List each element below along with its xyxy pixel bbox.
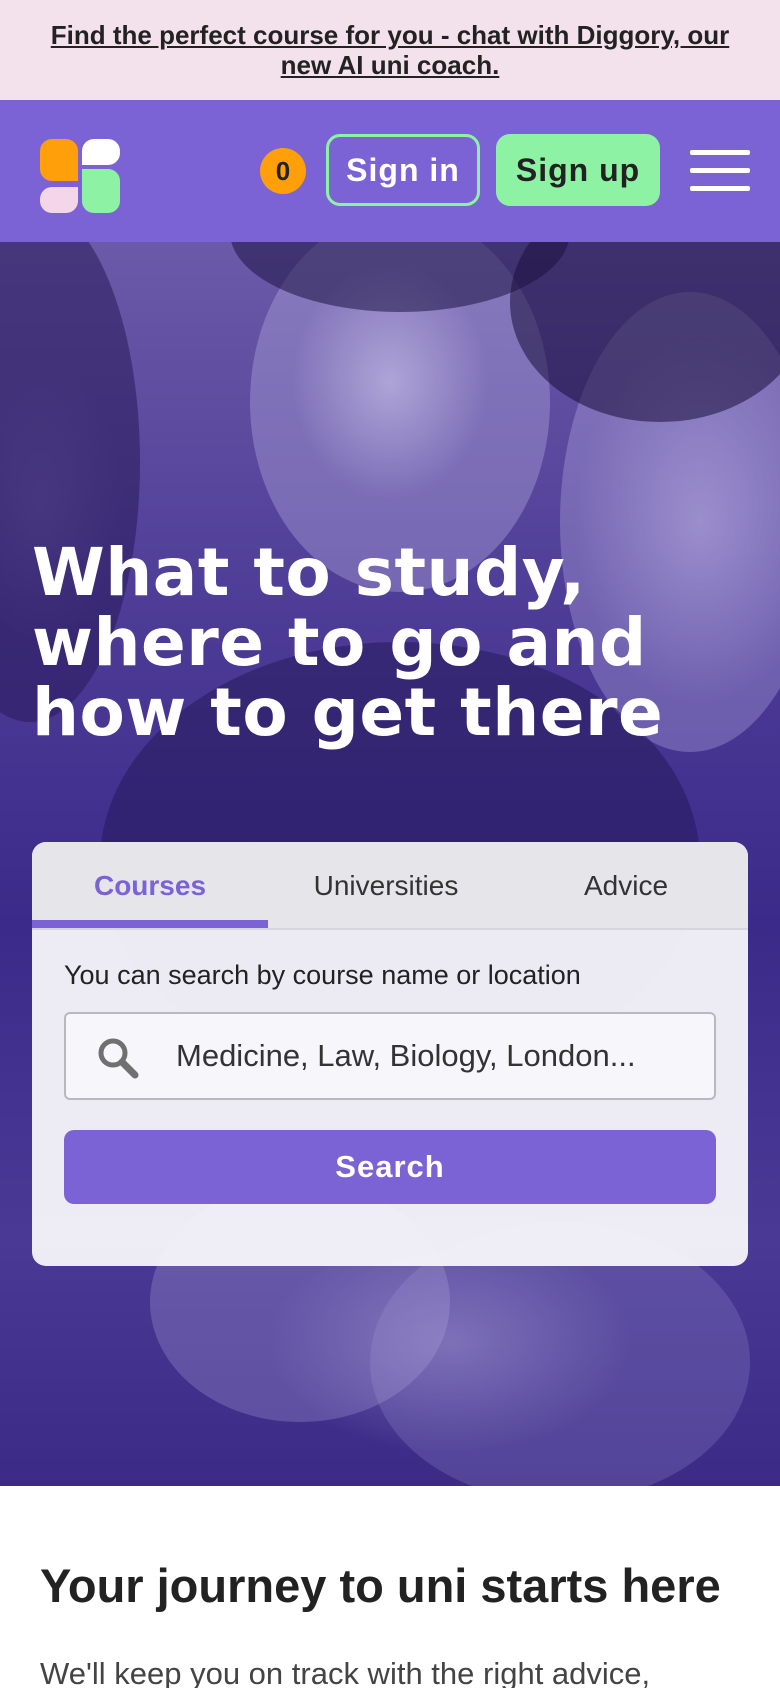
- tab-courses[interactable]: Courses: [32, 842, 268, 930]
- sign-in-button[interactable]: Sign in: [326, 134, 480, 206]
- site-header: 0 Sign in Sign up: [0, 100, 780, 242]
- active-tab-indicator: [32, 920, 268, 928]
- promo-banner: Find the perfect course for you - chat w…: [0, 0, 780, 100]
- search-tabs: Courses Universities Advice: [32, 842, 748, 930]
- tab-universities[interactable]: Universities: [268, 842, 504, 930]
- sign-up-button[interactable]: Sign up: [496, 134, 660, 206]
- search-input[interactable]: [176, 1014, 696, 1098]
- search-icon: [98, 1038, 139, 1079]
- tab-advice[interactable]: Advice: [504, 842, 748, 930]
- journey-heading: Your journey to uni starts here: [40, 1559, 721, 1612]
- hero-title: What to study, where to go and how to ge…: [32, 534, 664, 751]
- search-hint-label: You can search by course name or locatio…: [64, 960, 581, 990]
- hamburger-menu-icon[interactable]: [690, 150, 750, 192]
- search-field[interactable]: [64, 1012, 716, 1100]
- journey-section: Your journey to uni starts here We'll ke…: [0, 1486, 780, 1688]
- saved-count-badge[interactable]: 0: [260, 148, 306, 194]
- search-button[interactable]: Search: [64, 1130, 716, 1204]
- promo-link[interactable]: Find the perfect course for you - chat w…: [24, 20, 756, 80]
- hero-section: What to study, where to go and how to ge…: [0, 242, 780, 1486]
- journey-subtext: We'll keep you on track with the right a…: [40, 1656, 651, 1688]
- brand-logo-icon[interactable]: [40, 139, 120, 213]
- search-card: Courses Universities Advice You can sear…: [32, 842, 748, 1266]
